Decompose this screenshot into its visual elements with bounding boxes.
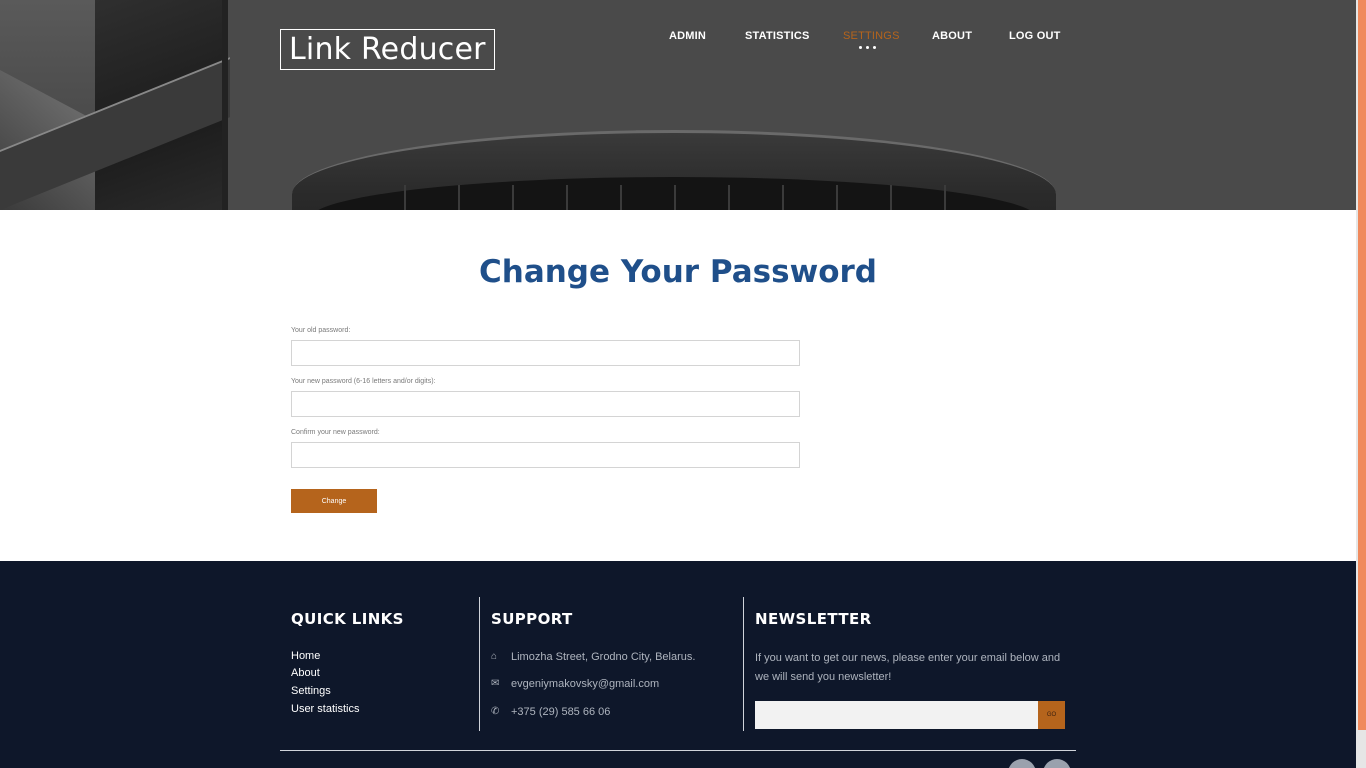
- newsletter-description: If you want to get our news, please ente…: [755, 652, 1061, 683]
- new-password-label: Your new password (6-16 letters and/or d…: [291, 378, 436, 385]
- social-icon[interactable]: [1008, 759, 1036, 768]
- confirm-password-label: Confirm your new password:: [291, 429, 380, 436]
- nav-about[interactable]: ABOUT: [932, 30, 972, 42]
- building-photo-rotunda: [292, 130, 1056, 210]
- footer-rule: [280, 750, 1076, 751]
- footer-link-about[interactable]: About: [291, 667, 320, 679]
- newsletter-email-input[interactable]: [755, 701, 1038, 729]
- newsletter-heading: NEWSLETTER: [755, 610, 872, 628]
- building-photo-left: [0, 0, 230, 210]
- old-password-input[interactable]: [291, 340, 800, 366]
- nav-logout[interactable]: LOG OUT: [1009, 30, 1061, 42]
- quick-links-heading: QUICK LINKS: [291, 610, 404, 628]
- footer-divider: [743, 597, 744, 731]
- support-heading: SUPPORT: [491, 610, 573, 628]
- scrollbar-thumb[interactable]: [1358, 0, 1366, 730]
- phone-icon: ✆: [491, 706, 500, 717]
- confirm-password-input[interactable]: [291, 442, 800, 468]
- old-password-label: Your old password:: [291, 327, 351, 334]
- footer-link-home[interactable]: Home: [291, 650, 320, 662]
- home-icon: ⌂: [491, 651, 498, 662]
- nav-admin[interactable]: ADMIN: [669, 30, 706, 42]
- page-title: Change Your Password: [479, 254, 877, 290]
- active-nav-indicator: [859, 46, 877, 50]
- footer: QUICK LINKS Home About Settings User sta…: [0, 561, 1356, 768]
- mail-icon: ✉: [491, 678, 500, 689]
- footer-divider: [479, 597, 480, 731]
- nav-statistics[interactable]: STATISTICS: [745, 30, 810, 42]
- nav-settings[interactable]: SETTINGS: [843, 30, 900, 42]
- newsletter-go-button[interactable]: GO: [1038, 701, 1065, 729]
- footer-link-user-statistics[interactable]: User statistics: [291, 703, 359, 715]
- change-password-button[interactable]: Change: [291, 489, 377, 513]
- site-logo[interactable]: Link Reducer: [280, 29, 495, 70]
- social-icon[interactable]: [1043, 759, 1071, 768]
- footer-link-settings[interactable]: Settings: [291, 685, 331, 697]
- new-password-input[interactable]: [291, 391, 800, 417]
